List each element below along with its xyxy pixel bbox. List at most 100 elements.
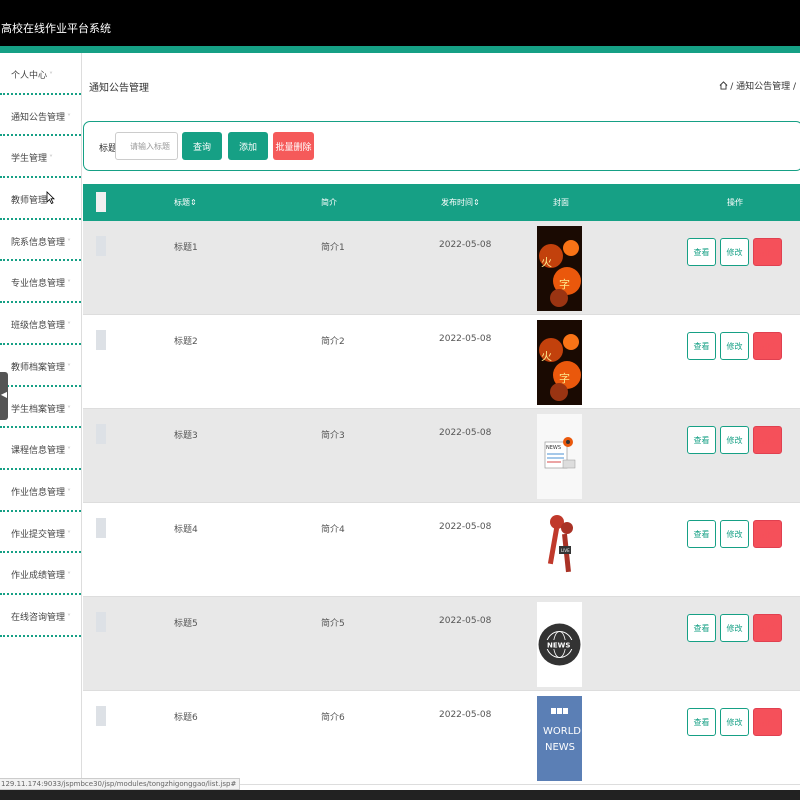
cover-image-news-globe: NEWS (537, 602, 582, 687)
sidebar-item-homework[interactable]: 作业信息管理 ˅ (0, 470, 81, 512)
sidebar-item-label: 教师档案管理 (11, 362, 66, 373)
sidebar-item-label: 专业信息管理 (11, 279, 66, 290)
cover-image-world-news: WORLD NEWS (537, 696, 582, 781)
sidebar-item-label: 学生管理 (11, 154, 48, 165)
batch-delete-button[interactable]: 批量删除 (273, 132, 314, 160)
svg-text:WORLD: WORLD (543, 726, 581, 737)
svg-text:火: 火 (541, 256, 552, 269)
sidebar-item-courses[interactable]: 课程信息管理 ˅ (0, 428, 81, 470)
delete-button[interactable]: 删除 (753, 520, 782, 548)
delete-button[interactable]: 删除 (753, 708, 782, 736)
delete-button[interactable]: 删除 (753, 332, 782, 360)
chevron-down-icon: ˅ (67, 487, 72, 497)
view-button[interactable]: 查看 (687, 520, 716, 548)
sidebar-item-departments[interactable]: 院系信息管理 ˅ (0, 220, 81, 262)
chevron-down-icon: ˅ (67, 529, 72, 539)
chevron-down-icon: ˅ (67, 571, 72, 581)
svg-text:NEWS: NEWS (546, 445, 561, 451)
sidebar-item-consult[interactable]: 在线咨询管理 ˅ (0, 595, 81, 637)
sidebar-item-teachers[interactable]: 教师管理 (0, 178, 81, 220)
edit-button[interactable]: 修改 (720, 614, 749, 642)
sidebar-item-personal-center[interactable]: 个人中心 ˅ (0, 53, 81, 95)
header-actions: 操作 (727, 198, 743, 207)
edit-button[interactable]: 修改 (720, 426, 749, 454)
sidebar-item-homework-submit[interactable]: 作业提交管理 ˅ (0, 512, 81, 554)
row-checkbox[interactable] (96, 518, 106, 538)
add-button[interactable]: 添加 (228, 132, 268, 160)
header-cover: 封面 (553, 198, 569, 207)
cell-intro: 简介4 (321, 525, 345, 535)
table-row: 标题2 简介2 2022-05-08 火字 查看 修改 删除 (83, 315, 800, 409)
select-all-checkbox[interactable] (96, 192, 106, 212)
row-checkbox[interactable] (96, 236, 106, 256)
breadcrumb: / 通知公告管理 / (719, 79, 796, 92)
view-button[interactable]: 查看 (687, 426, 716, 454)
sidebar-item-notice[interactable]: 通知公告管理 ˅ (0, 95, 81, 137)
edit-button[interactable]: 修改 (720, 332, 749, 360)
cell-date: 2022-05-08 (439, 616, 492, 626)
chevron-left-icon: ◀ (0, 390, 8, 399)
cell-title: 标题5 (174, 619, 198, 629)
chevron-down-icon: ˅ (67, 404, 72, 414)
view-button[interactable]: 查看 (687, 332, 716, 360)
sidebar-item-classes[interactable]: 班级信息管理 ˅ (0, 303, 81, 345)
edit-button[interactable]: 修改 (720, 520, 749, 548)
search-panel: 标题 查询 添加 批量删除 (83, 121, 800, 171)
chevron-down-icon: ˅ (67, 279, 72, 289)
notice-table: 标题⇕ 简介 发布时间⇕ 封面 操作 标题1 简介1 2022-05-08 火字… (83, 184, 800, 785)
sidebar-collapse-toggle[interactable]: ◀ (0, 372, 8, 420)
sidebar-item-student-archives[interactable]: 学生档案管理 ˅ (0, 387, 81, 429)
svg-text:NEWS: NEWS (547, 642, 570, 650)
chevron-down-icon: ˅ (49, 154, 54, 164)
breadcrumb-text[interactable]: / 通知公告管理 / (730, 79, 796, 92)
sidebar-item-students[interactable]: 学生管理 ˅ (0, 136, 81, 179)
edit-button[interactable]: 修改 (720, 708, 749, 736)
top-bar-stripe (0, 46, 800, 53)
view-button[interactable]: 查看 (687, 238, 716, 266)
row-checkbox[interactable] (96, 612, 106, 632)
sidebar-item-label: 作业提交管理 (11, 529, 66, 540)
svg-text:NEWS: NEWS (545, 742, 575, 753)
cover-image-fire: 火字 (537, 320, 582, 405)
cover-image-fire: 火字 (537, 226, 582, 311)
chevron-down-icon: ˅ (49, 71, 54, 80)
query-button[interactable]: 查询 (182, 132, 222, 160)
sidebar-item-teacher-archives[interactable]: 教师档案管理 ˅ (0, 345, 81, 387)
chevron-down-icon: ˅ (67, 612, 72, 622)
header-date[interactable]: 发布时间⇕ (441, 197, 480, 208)
cell-date: 2022-05-08 (439, 334, 492, 344)
row-checkbox[interactable] (96, 330, 106, 350)
view-button[interactable]: 查看 (687, 614, 716, 642)
cell-date: 2022-05-08 (439, 428, 492, 438)
delete-button[interactable]: 删除 (753, 238, 782, 266)
cell-title: 标题4 (174, 525, 198, 535)
cell-title: 标题1 (174, 243, 198, 253)
sidebar-item-label: 教师管理 (11, 196, 48, 207)
top-bar: 高校在线作业平台系统 (0, 0, 800, 46)
edit-button[interactable]: 修改 (720, 238, 749, 266)
cell-date: 2022-05-08 (439, 710, 492, 720)
row-checkbox[interactable] (96, 424, 106, 444)
table-row: 标题6 简介6 2022-05-08 WORLD NEWS 查看 修改 删除 (83, 691, 800, 785)
sidebar: 个人中心 ˅ 通知公告管理 ˅ 学生管理 ˅ 教师管理 院系信息管理 ˅ 专业信息管理 ˅… (0, 53, 82, 790)
table-row: 标题5 简介5 2022-05-08 NEWS 查看 修改 删除 (83, 597, 800, 691)
table-header: 标题⇕ 简介 发布时间⇕ 封面 操作 (83, 184, 800, 221)
sidebar-item-label: 班级信息管理 (11, 321, 66, 332)
table-row: 标题1 简介1 2022-05-08 火字 查看 修改 删除 (83, 221, 800, 315)
mouse-cursor-icon (46, 191, 55, 207)
chevron-down-icon: ˅ (67, 321, 72, 331)
browser-status-url: 129.11.174:9033/jspmbce30/jsp/modules/to… (0, 778, 241, 790)
chevron-down-icon: ˅ (67, 362, 72, 372)
delete-button[interactable]: 删除 (753, 614, 782, 642)
home-icon[interactable] (719, 81, 728, 90)
sidebar-item-majors[interactable]: 专业信息管理 ˅ (0, 261, 81, 304)
app-title: 高校在线作业平台系统 (1, 22, 111, 35)
sidebar-item-homework-grades[interactable]: 作业成绩管理 ˅ (0, 553, 81, 595)
view-button[interactable]: 查看 (687, 708, 716, 736)
title-search-input[interactable] (115, 132, 178, 160)
header-title[interactable]: 标题⇕ (174, 197, 197, 208)
svg-text:字: 字 (559, 371, 570, 385)
delete-button[interactable]: 删除 (753, 426, 782, 454)
row-checkbox[interactable] (96, 706, 106, 726)
cell-intro: 简介1 (321, 243, 345, 253)
